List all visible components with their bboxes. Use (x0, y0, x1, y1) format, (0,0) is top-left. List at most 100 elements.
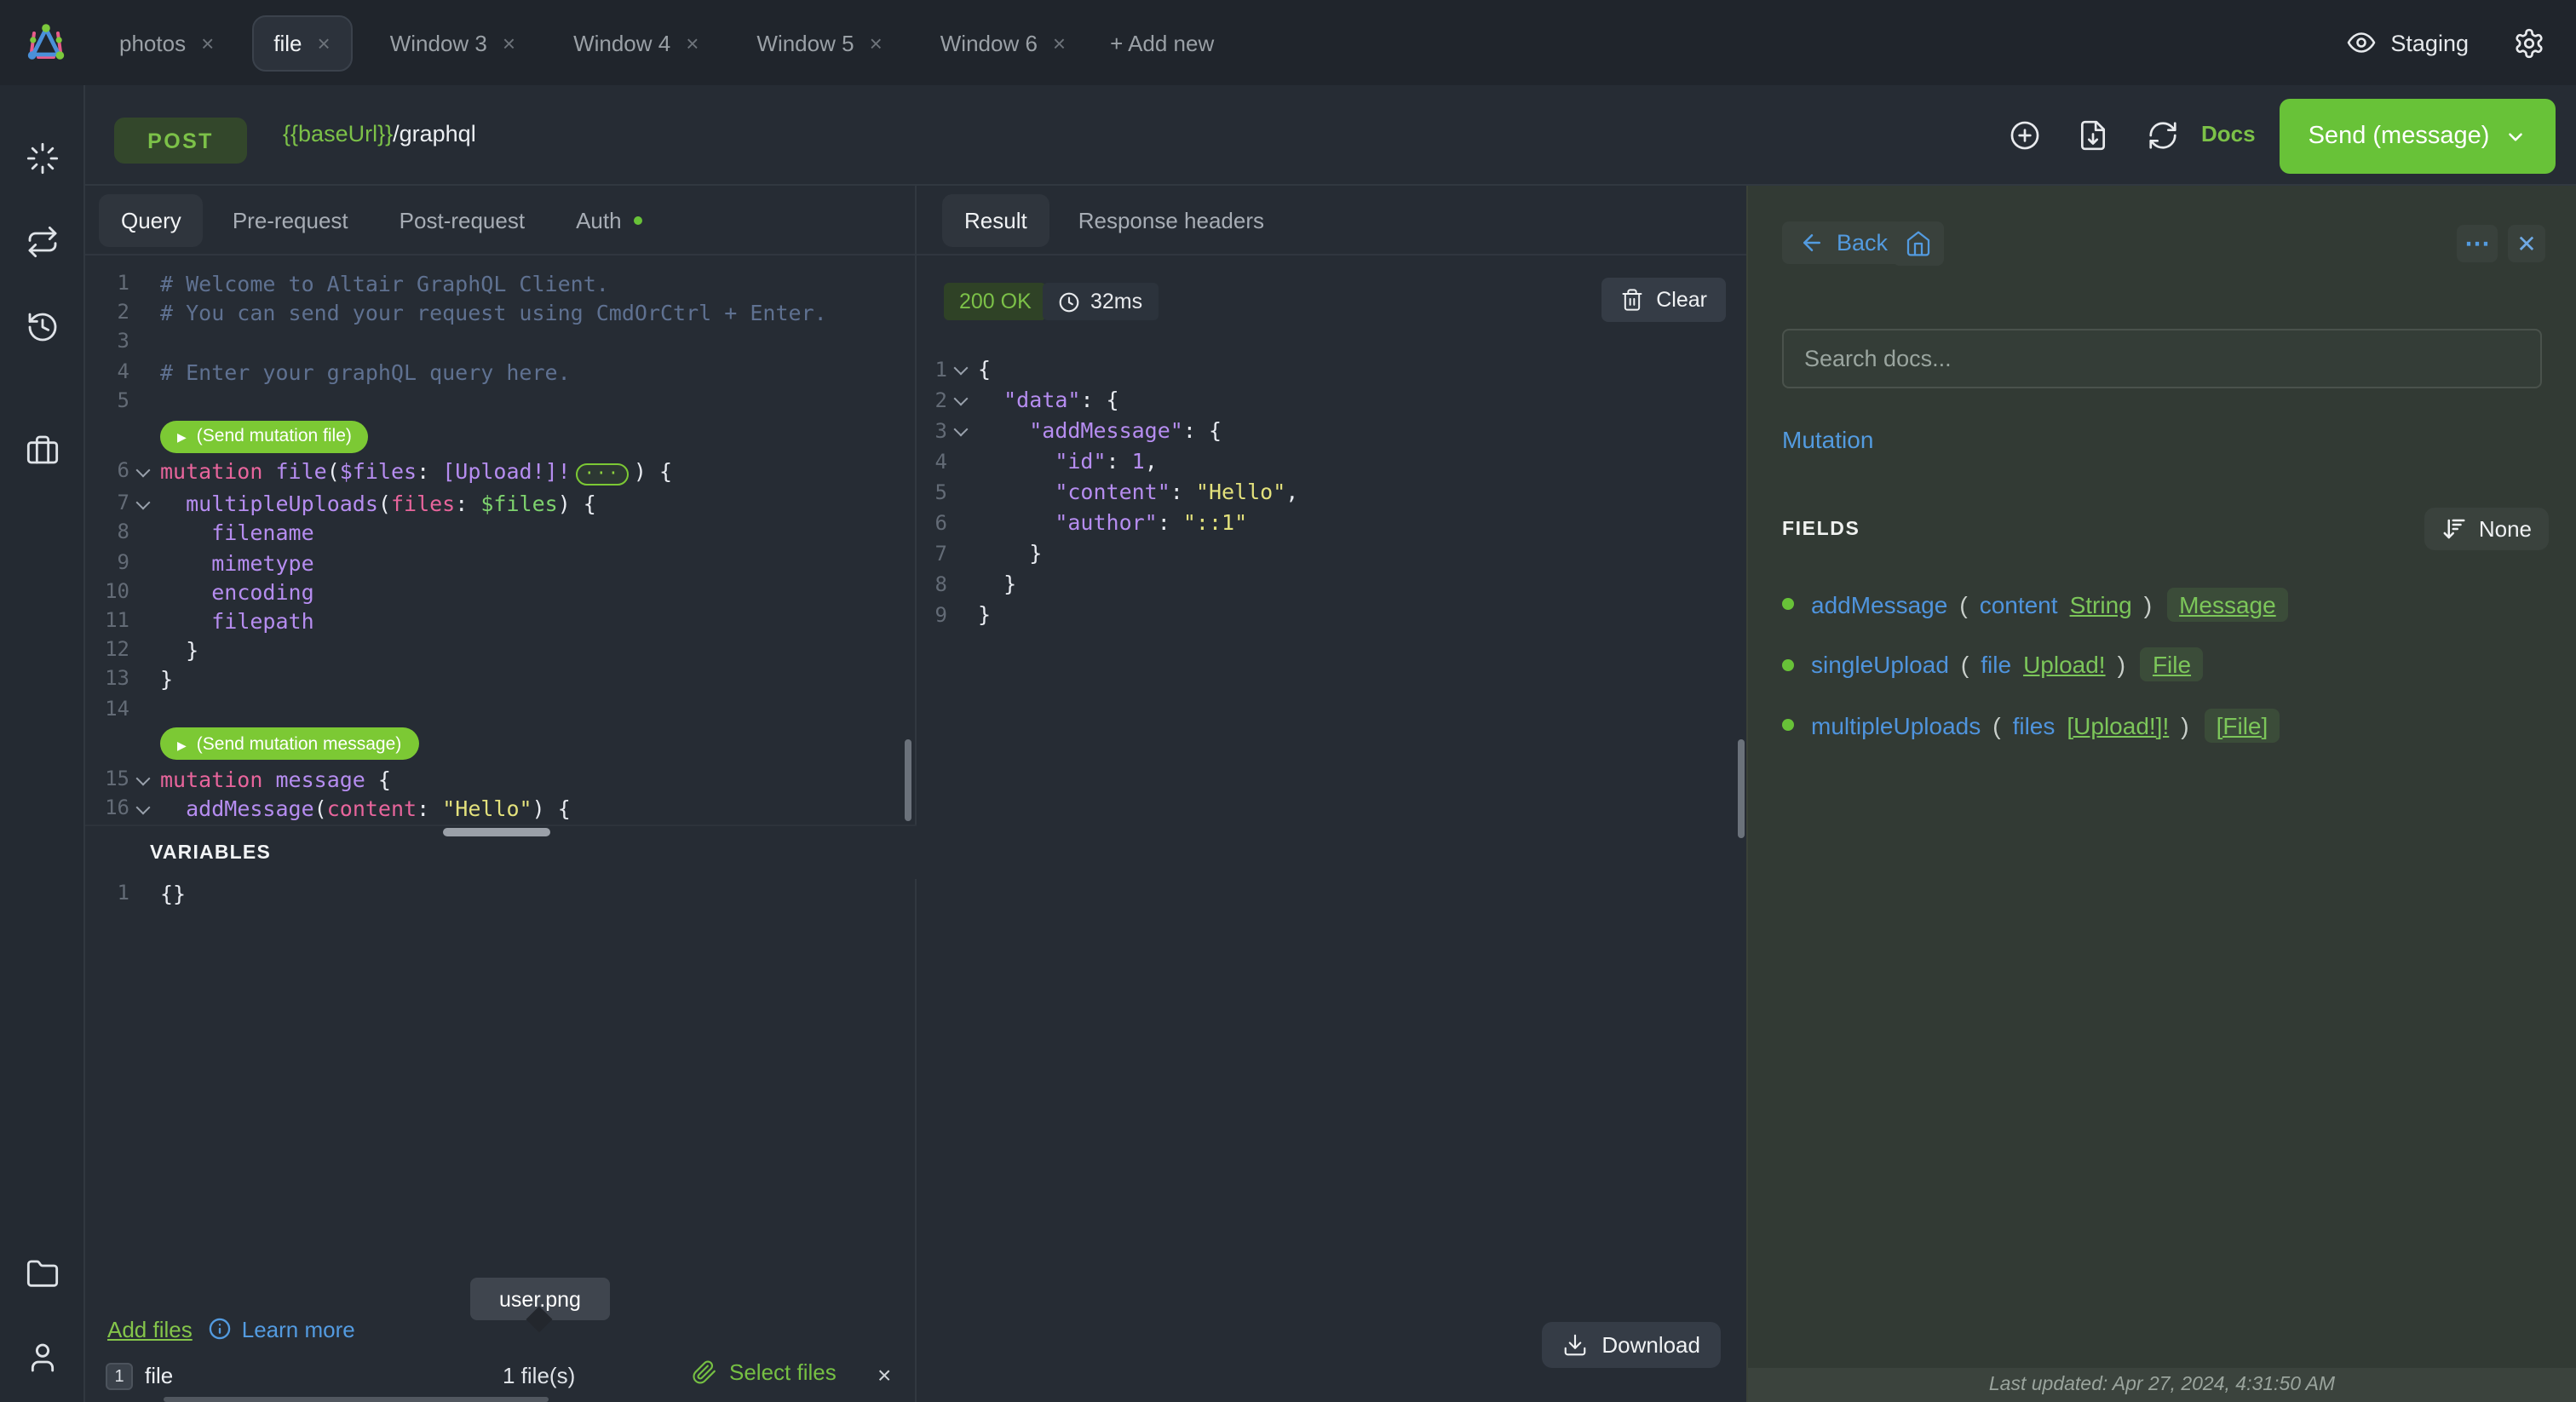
close-tab-icon[interactable] (201, 32, 214, 54)
field-bullet-dot (1782, 658, 1794, 671)
fold-caret-icon[interactable] (129, 457, 157, 489)
result-panel: Result Response headers 200 OK 32ms Clea… (917, 186, 1748, 1402)
fold-caret-icon[interactable] (129, 765, 157, 794)
editor-vertical-scrollbar[interactable] (905, 739, 911, 821)
window-tab-window4[interactable]: Window 4 (553, 16, 719, 69)
window-tab-window5[interactable]: Window 5 (736, 16, 902, 69)
result-vertical-scrollbar[interactable] (1738, 739, 1745, 838)
fold-caret-icon[interactable] (129, 794, 157, 823)
tab-post-request[interactable]: Post-request (377, 193, 547, 246)
tab-pre-request[interactable]: Pre-request (210, 193, 371, 246)
docs-type-link[interactable]: Mutation (1782, 426, 1873, 453)
docs-close-icon[interactable] (2508, 225, 2545, 262)
request-url-bar: POST {{baseUrl}}/graphql Docs Send (mess… (85, 85, 2576, 186)
window-tab-photos[interactable]: photos (99, 16, 234, 69)
fold-caret-icon[interactable] (129, 489, 157, 518)
code-line: 6 "author": "::1" (917, 508, 1748, 538)
run-mutation-button[interactable]: (Send mutation message) (160, 727, 419, 761)
code-line: 4 "id": 1, (917, 446, 1748, 477)
field-name-link[interactable]: singleUpload (1811, 652, 1949, 679)
code-token: "Hello" (442, 796, 532, 822)
docs-home-button[interactable] (1893, 221, 1944, 266)
collapsed-args-widget[interactable]: ··· (575, 463, 629, 486)
clear-result-button[interactable]: Clear (1601, 278, 1726, 322)
variables-editor[interactable]: 1 {} (85, 879, 917, 908)
file-key-input[interactable]: file (145, 1363, 173, 1388)
return-type-link[interactable]: Message (2179, 591, 2276, 618)
window-tab-window3[interactable]: Window 3 (370, 16, 536, 69)
docs-more-menu-icon[interactable] (2457, 225, 2498, 262)
response-status-row: 200 OK 32ms Clear (917, 273, 1748, 330)
tab-auth-label: Auth (576, 207, 622, 233)
line-number: 7 (117, 491, 129, 515)
history-icon[interactable] (26, 310, 60, 344)
status-badge: 200 OK (944, 283, 1047, 320)
code-token: 1 (1131, 448, 1145, 474)
tab-response-headers[interactable]: Response headers (1056, 193, 1286, 246)
swap-requests-icon[interactable] (26, 225, 60, 259)
arg-type-link[interactable]: [Upload!]! (2067, 712, 2169, 739)
export-file-icon[interactable] (2077, 119, 2109, 152)
code-line: 6 mutation file($files: [Upload!]! ···) { (85, 457, 917, 489)
arg-type-link[interactable]: Upload! (2023, 652, 2106, 679)
field-name-link[interactable]: addMessage (1811, 591, 1947, 618)
add-files-link[interactable]: Add files (107, 1316, 193, 1342)
field-name-link[interactable]: multipleUploads (1811, 712, 1981, 739)
docs-back-button[interactable]: Back (1782, 221, 1906, 264)
close-tab-icon[interactable] (1053, 32, 1066, 54)
arg-name: file (1981, 651, 2012, 679)
docs-search-input[interactable] (1782, 329, 2542, 388)
tab-result[interactable]: Result (942, 193, 1049, 246)
tab-auth[interactable]: Auth (554, 193, 664, 246)
url-input[interactable]: {{baseUrl}}/graphql (283, 121, 476, 147)
arg-name: content (1979, 590, 2058, 618)
code-token: filename (211, 520, 314, 546)
query-editor[interactable]: 1 # Welcome to Altair GraphQL Client. 2 # Y… (85, 256, 917, 825)
fold-caret-icon[interactable] (947, 416, 975, 446)
code-token: "Hello" (1195, 479, 1286, 504)
send-request-button[interactable]: Send (message) (2280, 99, 2556, 174)
chevron-down-icon[interactable] (2504, 125, 2527, 147)
close-tab-icon[interactable] (870, 32, 883, 54)
environment-selector[interactable]: Staging (2346, 27, 2469, 58)
tab-query[interactable]: Query (99, 193, 204, 246)
select-files-button[interactable]: Select files (692, 1359, 837, 1385)
http-method-selector[interactable]: POST (114, 118, 247, 164)
close-tab-icon[interactable] (686, 32, 699, 54)
window-tab-file[interactable]: file (251, 14, 353, 71)
topbar-right: Staging (2346, 26, 2576, 59)
docs-toggle-button[interactable]: Docs (2201, 121, 2256, 147)
code-line: 9 mimetype (85, 548, 917, 577)
file-upload-row: 1 file 1 file(s) Select files (85, 1358, 917, 1395)
arg-type-link[interactable]: String (2070, 591, 2132, 618)
return-type-link[interactable]: File (2153, 652, 2191, 679)
window-tab-window6[interactable]: Window 6 (920, 16, 1086, 69)
fold-caret-icon[interactable] (947, 385, 975, 416)
docs-back-label: Back (1837, 230, 1889, 256)
close-tab-icon[interactable] (318, 32, 331, 54)
return-type-link[interactable]: [File] (2217, 712, 2268, 739)
code-line: 5 (85, 387, 917, 416)
folder-icon[interactable] (26, 1257, 60, 1291)
code-token: {} (160, 881, 187, 906)
paren: ) (2117, 651, 2125, 679)
line-number: 9 (117, 549, 129, 574)
editor-horizontal-scrollbar[interactable] (443, 828, 550, 836)
account-user-icon[interactable] (26, 1341, 60, 1375)
run-mutation-button[interactable]: (Send mutation file) (160, 420, 369, 453)
loading-spinner-icon[interactable] (26, 141, 60, 175)
code-token: addMessage (186, 796, 314, 822)
collections-briefcase-icon[interactable] (26, 433, 60, 467)
remove-file-icon[interactable] (877, 1361, 891, 1388)
learn-more-link[interactable]: Learn more (208, 1316, 355, 1342)
fields-sort-button[interactable]: None (2424, 508, 2549, 550)
fold-caret-icon[interactable] (947, 354, 975, 385)
settings-gear-icon[interactable] (2513, 26, 2545, 59)
refresh-schema-icon[interactable] (2147, 119, 2179, 152)
download-response-button[interactable]: Download (1542, 1322, 1721, 1368)
add-new-tab-button[interactable]: + Add new (1110, 30, 1214, 55)
close-tab-icon[interactable] (503, 32, 515, 54)
add-collection-icon[interactable] (2009, 119, 2041, 152)
response-body[interactable]: 1{2 "data": {3 "addMessage": {4 "id": 1,… (917, 354, 1748, 630)
